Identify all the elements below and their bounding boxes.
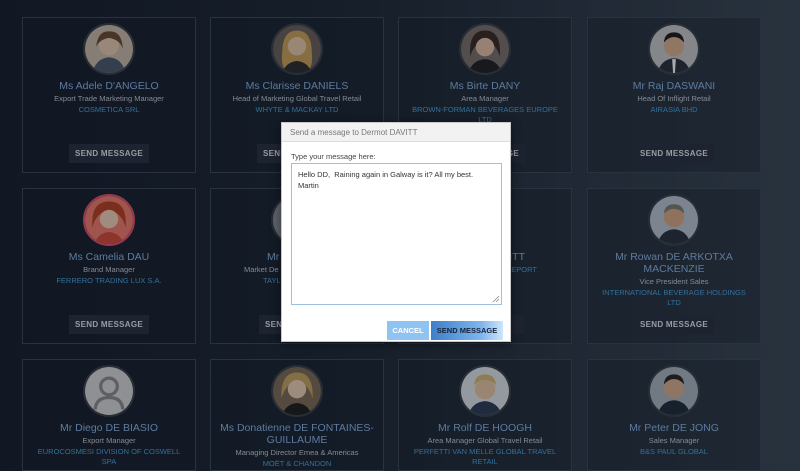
send-message-submit-button[interactable]: SEND MESSAGE — [431, 321, 503, 340]
resize-grip-icon[interactable] — [492, 295, 500, 303]
message-label: Type your message here: — [291, 152, 376, 161]
message-textarea[interactable] — [291, 163, 502, 305]
cancel-button[interactable]: CANCEL — [387, 321, 429, 340]
dialog-title: Send a message to Dermot DAVITT — [282, 123, 510, 142]
send-message-dialog: Send a message to Dermot DAVITT Type you… — [281, 122, 511, 342]
